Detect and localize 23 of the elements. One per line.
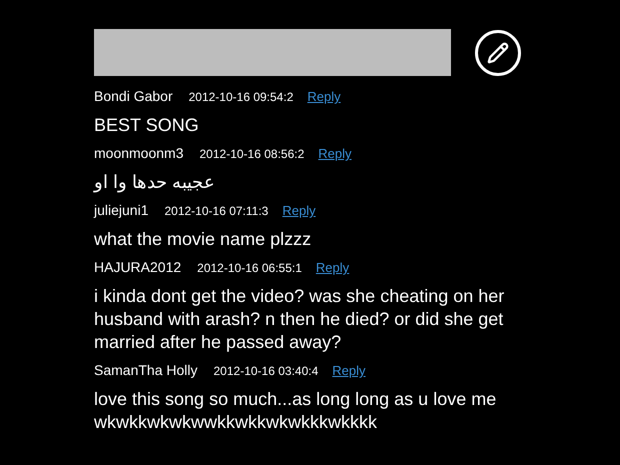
comment-author: juliejuni1 <box>94 202 148 218</box>
comment-text: BEST SONG <box>94 114 200 137</box>
comment-time: 2012-10-16 07:11:3 <box>164 204 268 218</box>
edit-button[interactable] <box>475 30 521 76</box>
reply-link[interactable]: Reply <box>318 146 352 161</box>
comment-text: عجيبه حدها وا او <box>94 171 216 194</box>
comment-time: 2012-10-16 06:55:1 <box>197 261 302 275</box>
reply-link[interactable]: Reply <box>307 89 341 104</box>
comment-author: HAJURA2012 <box>94 259 182 275</box>
pencil-icon <box>487 42 509 64</box>
comment-time: 2012-10-16 03:40:4 <box>214 364 318 378</box>
comment-author: Bondi Gabor <box>94 88 173 104</box>
comment-text: i kinda dont get the video? was she cheating on her husband with arash? n then he died? or did she get married after he passed away? <box>94 285 506 354</box>
comment-field[interactable] <box>94 29 451 76</box>
reply-link[interactable]: Reply <box>332 363 366 378</box>
comment-author: SamanTha Holly <box>94 362 198 378</box>
comment-time: 2012-10-16 09:54:2 <box>188 90 294 104</box>
reply-link[interactable]: Reply <box>316 260 350 275</box>
comment-text: what the movie name plzzz <box>94 228 312 251</box>
comment-author: moonmoonm3 <box>94 145 184 161</box>
comment-time: 2012-10-16 08:56:2 <box>200 147 304 161</box>
comment-text: love this song so much...as long long as u love me wkwkkwkwkwwkkwkkwkwkkkwkkkk <box>94 388 498 434</box>
reply-link[interactable]: Reply <box>282 203 316 218</box>
